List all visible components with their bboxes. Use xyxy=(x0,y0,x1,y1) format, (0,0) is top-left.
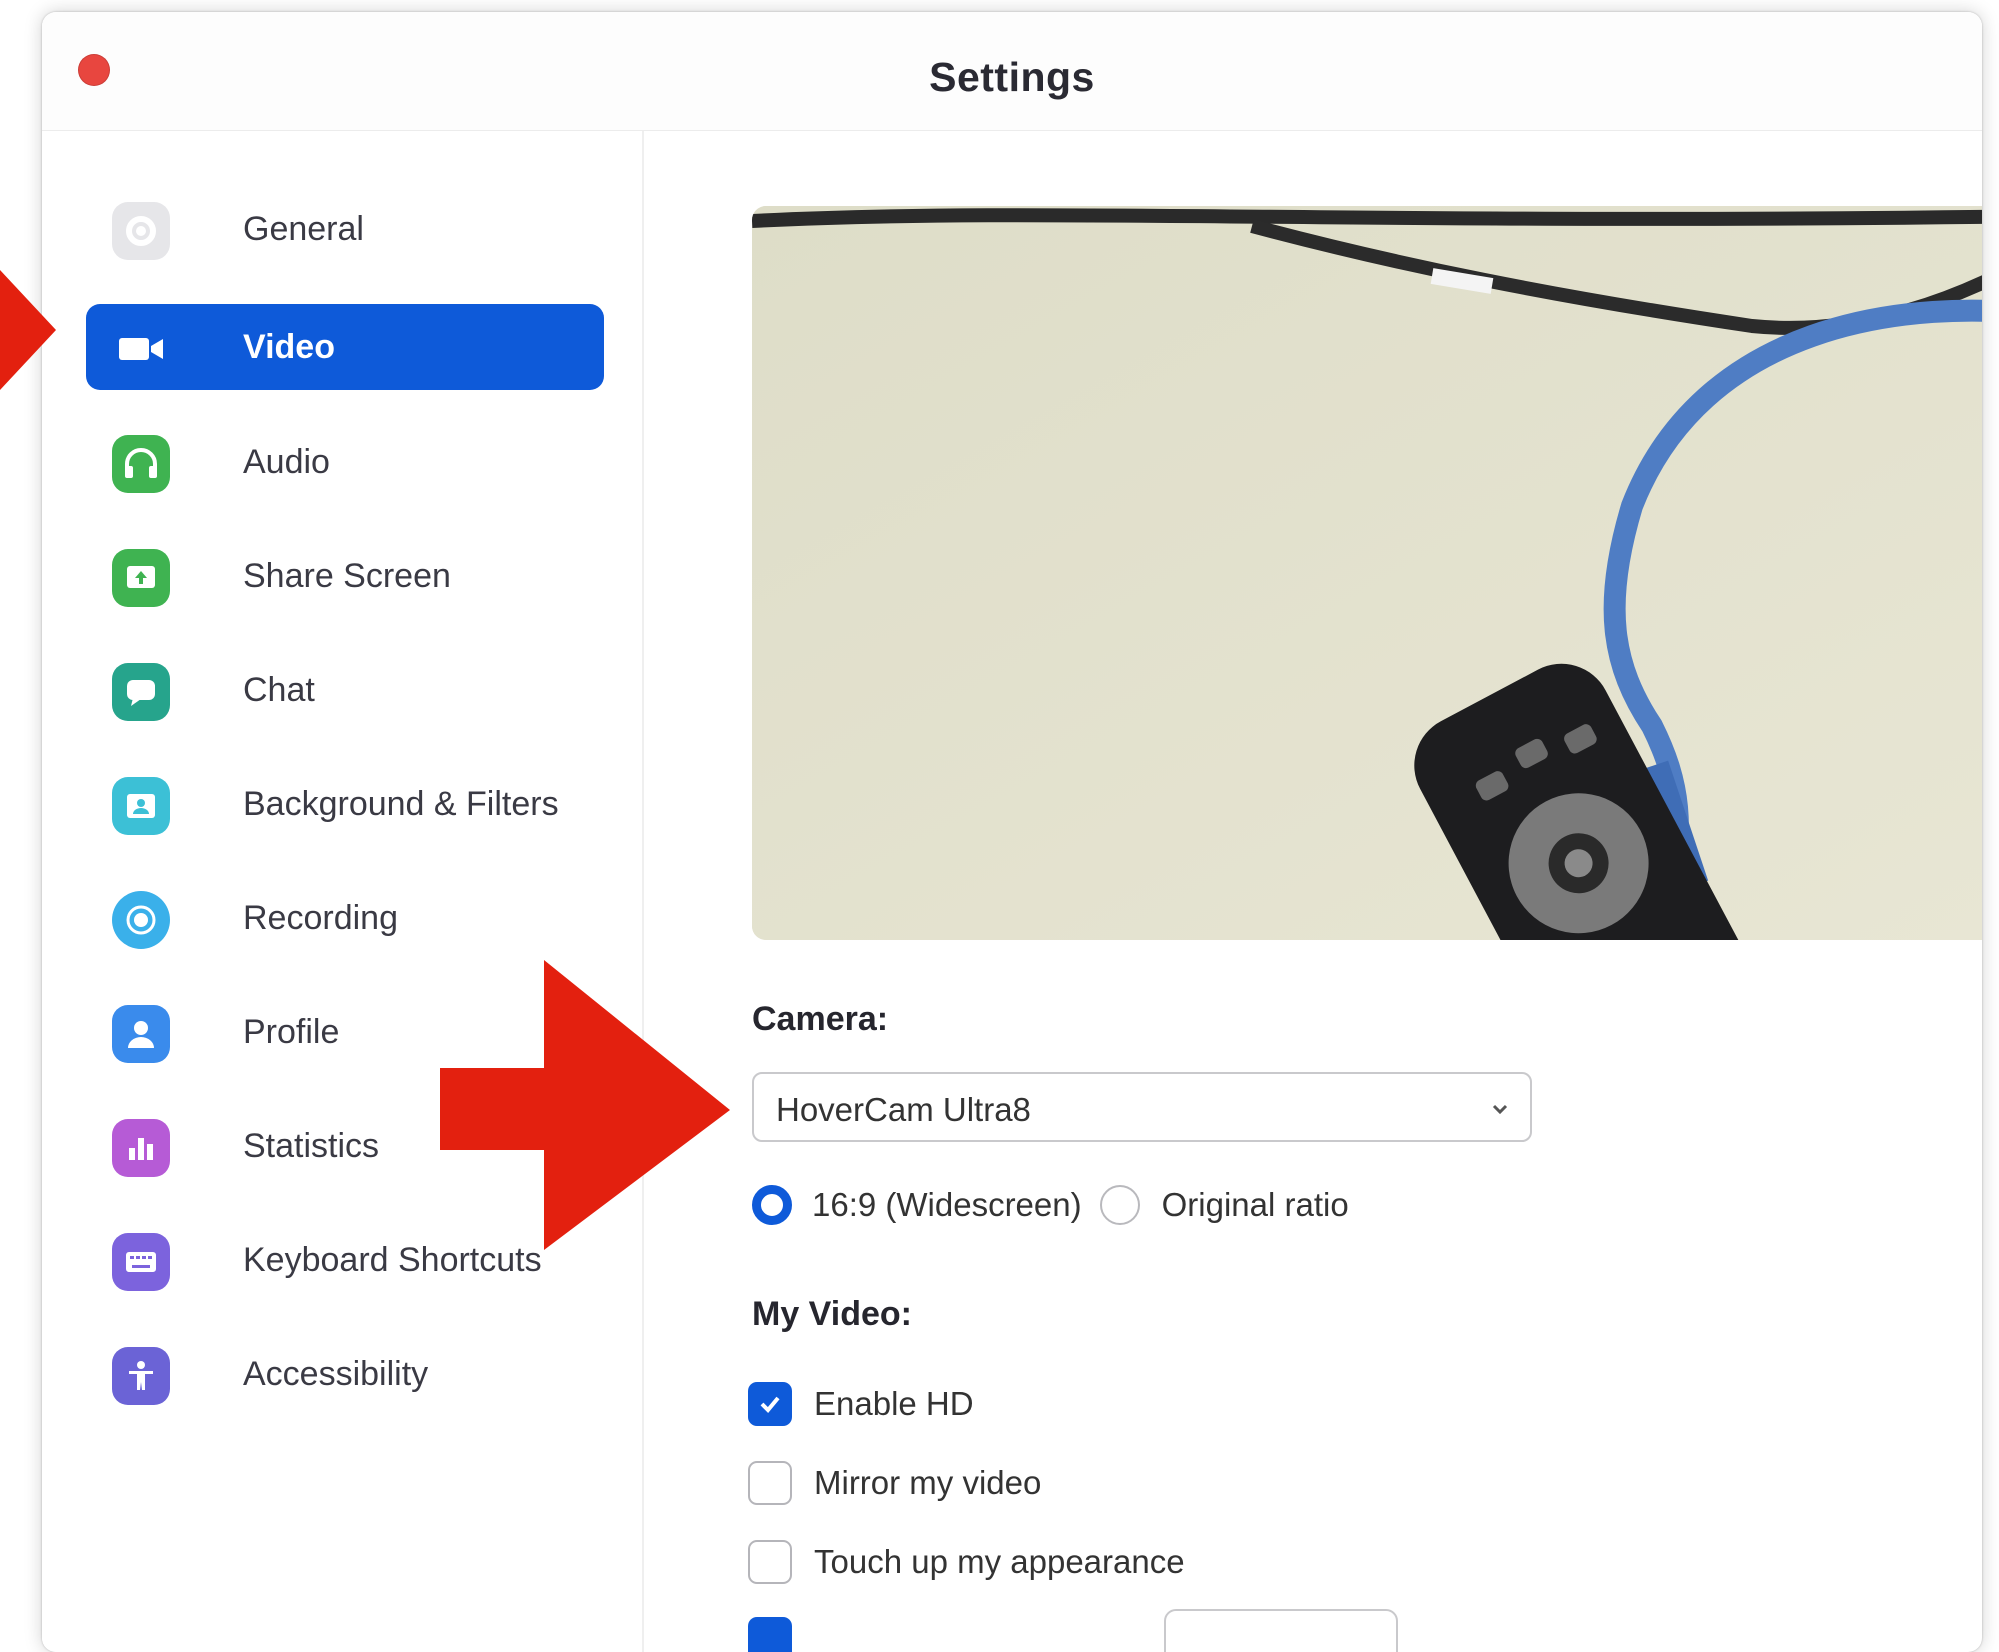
radio-widescreen-label: 16:9 (Widescreen) xyxy=(812,1186,1082,1223)
touch-up-label: Touch up my appearance xyxy=(814,1543,1185,1580)
headphones-icon xyxy=(112,435,170,493)
chat-bubble-icon xyxy=(112,663,170,721)
sidebar-item-video[interactable]: Video xyxy=(86,304,604,390)
radio-original-ratio-label: Original ratio xyxy=(1161,1186,1349,1223)
sidebar-item-recording[interactable]: Recording xyxy=(86,875,604,961)
sidebar-item-label: Share Screen xyxy=(243,557,451,595)
camera-preview xyxy=(752,206,1982,940)
keyboard-icon xyxy=(112,1233,170,1291)
annotation-arrow-video xyxy=(0,270,56,390)
video-settings-panel: Camera: HoverCam Ultra8 16:9 (Widescreen… xyxy=(644,131,1982,1652)
sidebar-item-accessibility[interactable]: Accessibility xyxy=(86,1331,604,1417)
chevron-down-icon xyxy=(1490,1094,1510,1127)
low-light-select[interactable] xyxy=(1164,1609,1398,1652)
sidebar-item-label: Chat xyxy=(243,671,315,709)
checkmark-icon xyxy=(760,1396,780,1413)
aspect-ratio-options: 16:9 (Widescreen) Original ratio xyxy=(752,1180,1349,1230)
enable-hd-checkbox[interactable] xyxy=(748,1382,792,1426)
my-video-label: My Video: xyxy=(752,1295,912,1333)
adjust-low-light-checkbox[interactable] xyxy=(748,1617,792,1652)
camera-label: Camera: xyxy=(752,1000,889,1038)
record-icon xyxy=(112,891,170,949)
sidebar-item-label: Profile xyxy=(243,1013,340,1051)
sidebar-item-label: Accessibility xyxy=(243,1355,429,1393)
enable-hd-label: Enable HD xyxy=(814,1385,974,1422)
mirror-video-checkbox[interactable] xyxy=(748,1461,792,1505)
sidebar-item-label: Recording xyxy=(243,899,398,937)
video-camera-icon xyxy=(112,320,170,378)
sidebar-item-label: Audio xyxy=(243,443,330,481)
bar-chart-icon xyxy=(112,1119,170,1177)
radio-original-ratio[interactable] xyxy=(1099,1185,1140,1225)
person-icon xyxy=(112,1005,170,1063)
camera-select[interactable]: HoverCam Ultra8 xyxy=(752,1072,1532,1142)
mirror-video-label: Mirror my video xyxy=(814,1464,1042,1501)
sidebar-item-share-screen[interactable]: Share Screen xyxy=(86,533,604,619)
accessibility-person-icon xyxy=(112,1347,170,1405)
sidebar-item-label: Video xyxy=(243,328,335,366)
sidebar-item-background-filters[interactable]: Background & Filters xyxy=(86,761,604,847)
settings-window: Settings General Video Audio Share Scree… xyxy=(42,12,1982,1652)
share-screen-icon xyxy=(112,549,170,607)
enable-hd-row: Enable HD xyxy=(748,1379,974,1429)
window-title: Settings xyxy=(929,54,1095,100)
sidebar-item-general[interactable]: General xyxy=(86,186,604,272)
touch-up-checkbox[interactable] xyxy=(748,1540,792,1584)
background-person-icon xyxy=(112,777,170,835)
touch-up-row: Touch up my appearance xyxy=(748,1537,1185,1587)
sidebar-item-label: Statistics xyxy=(243,1127,380,1165)
sidebar-item-audio[interactable]: Audio xyxy=(86,419,604,505)
sidebar-item-label: Background & Filters xyxy=(243,785,559,823)
radio-widescreen[interactable] xyxy=(752,1185,792,1225)
sidebar-item-label: General xyxy=(243,210,364,248)
settings-sidebar: General Video Audio Share Screen Chat Ba… xyxy=(42,131,644,1652)
title-bar: Settings xyxy=(42,12,1982,131)
gear-icon xyxy=(112,202,170,260)
annotation-arrow-camera xyxy=(440,960,730,1250)
sidebar-item-chat[interactable]: Chat xyxy=(86,647,604,733)
camera-select-value: HoverCam Ultra8 xyxy=(776,1091,1031,1128)
mirror-video-row: Mirror my video xyxy=(748,1458,1041,1508)
